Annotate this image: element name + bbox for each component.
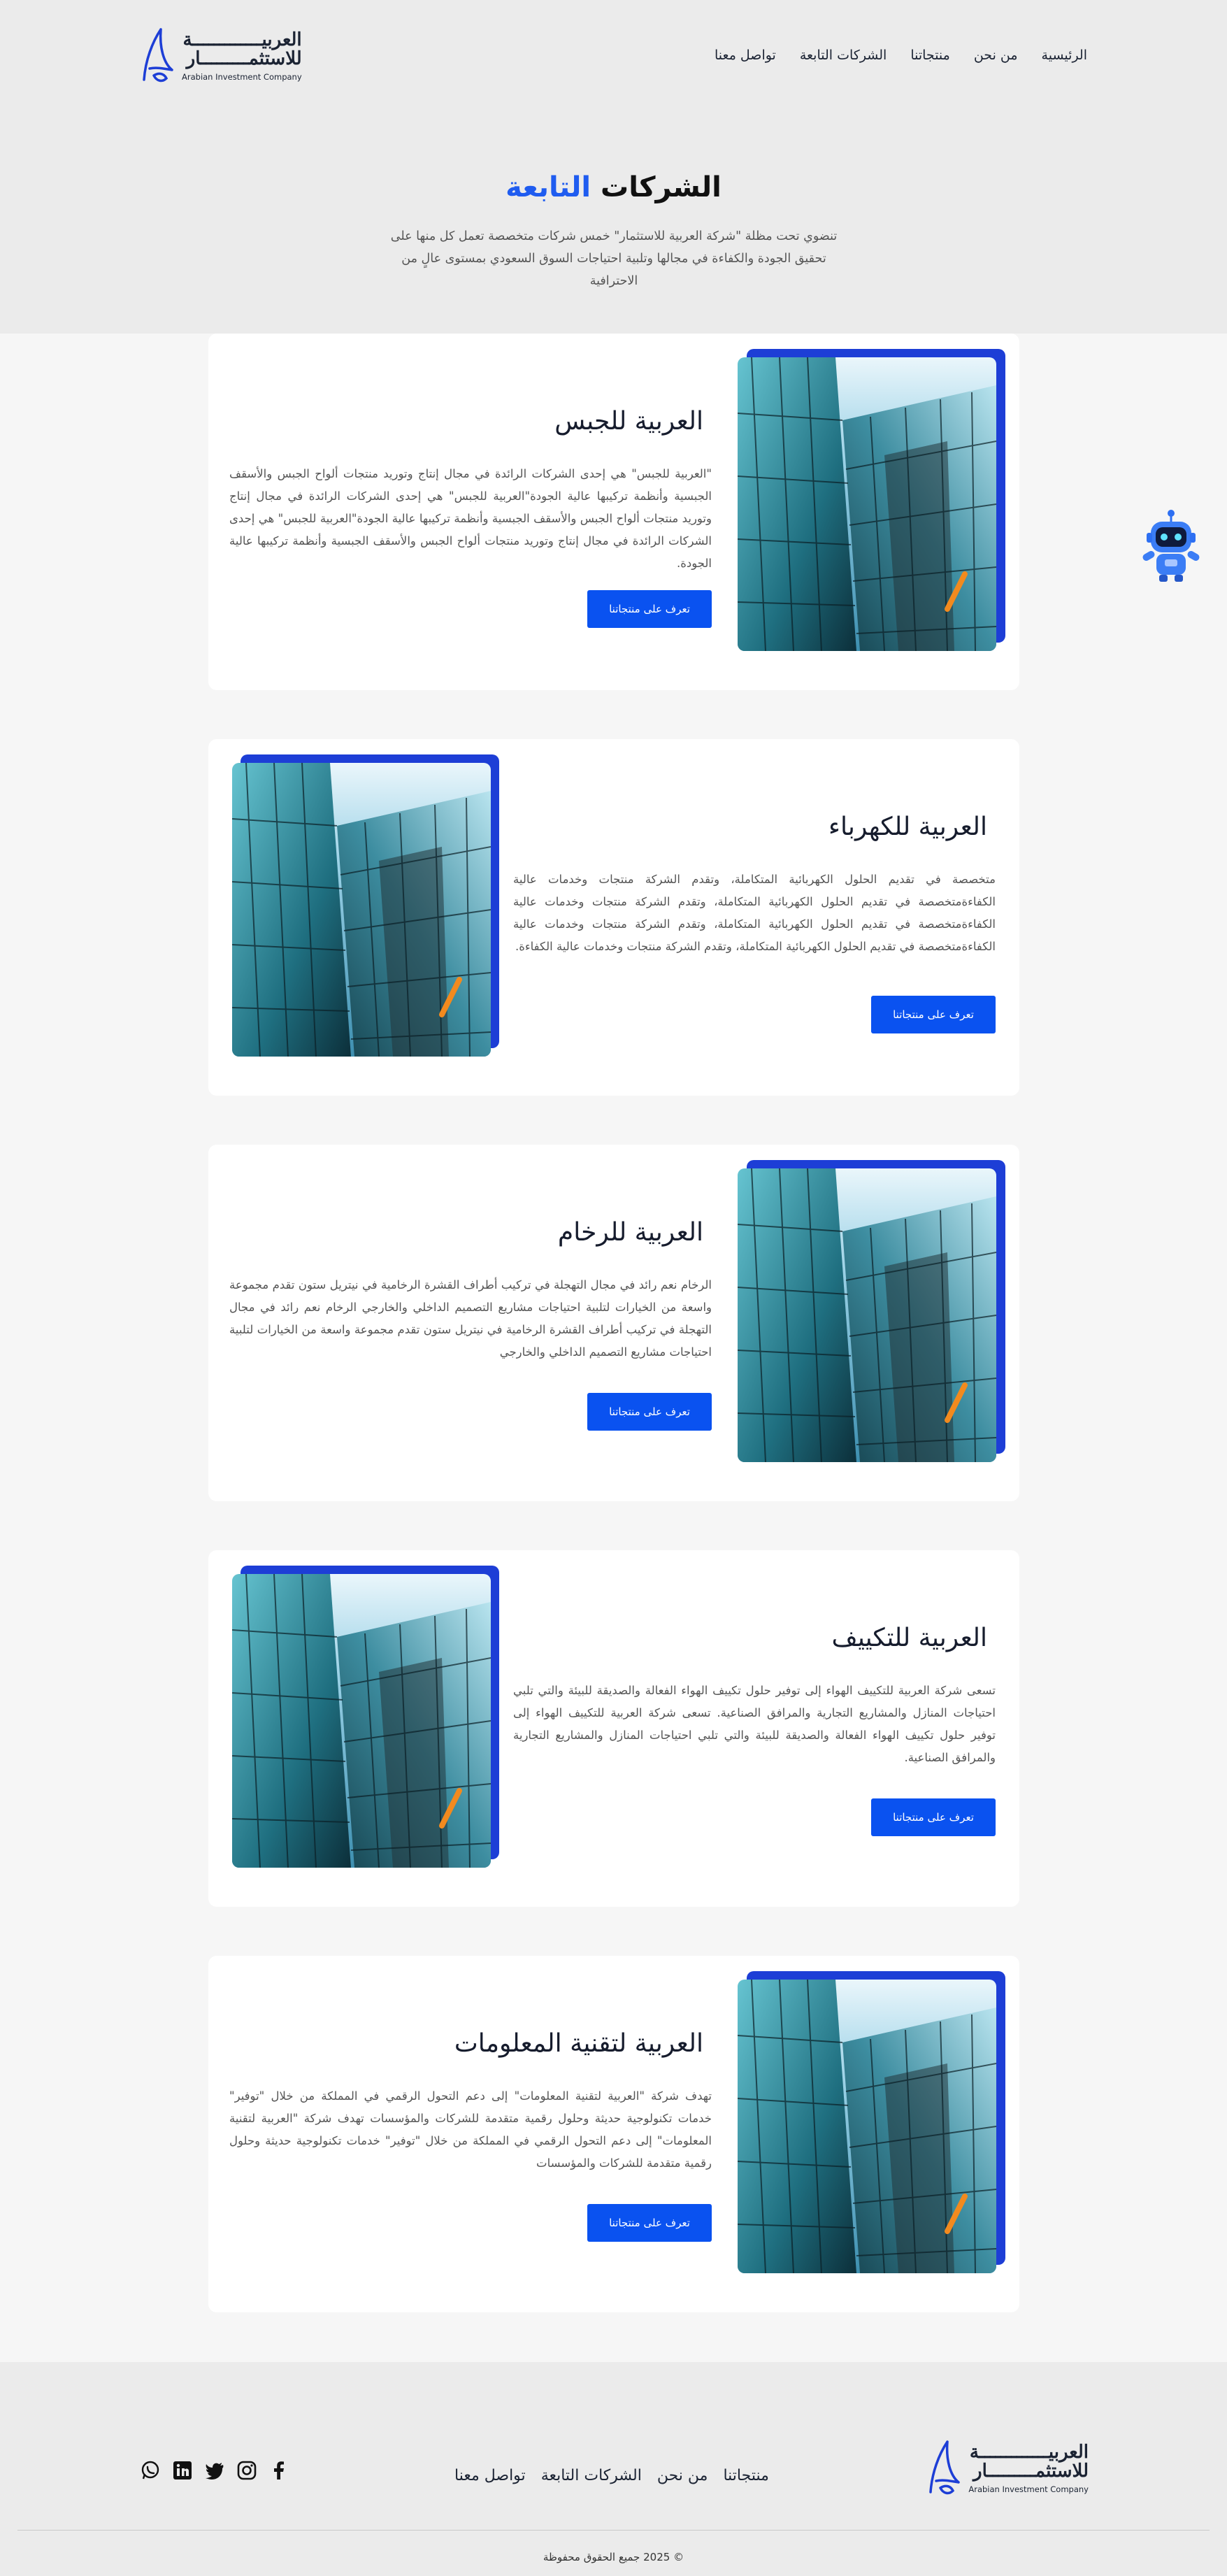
footer-nav-about[interactable]: من نحن — [657, 2467, 708, 2484]
footer-nav-contact[interactable]: تواصل معنا — [454, 2467, 526, 2484]
nav-subsidiaries[interactable]: الشركات التابعة — [800, 48, 887, 63]
company-description: تسعى شركة العربية للتكييف الهواء إلى توف… — [513, 1684, 996, 1764]
company-card-electric: العربية للكهرباء متخصصة في تقديم الحلول … — [208, 739, 1019, 1096]
nav-products[interactable]: منتجاتنا — [910, 48, 950, 63]
header-logo[interactable]: العربيـــــــــــــة للاستثمـــــــــار … — [140, 27, 302, 85]
company-title: العربية للتكييف — [831, 1624, 987, 1652]
logo-name-en: Arabian Investment Company — [182, 72, 302, 83]
logo-name-en: Arabian Investment Company — [968, 2484, 1089, 2495]
nav-about[interactable]: من نحن — [974, 48, 1018, 63]
products-button[interactable]: تعرف على منتجاتنا — [587, 590, 712, 628]
company-title: العربية للكهرباء — [828, 813, 987, 841]
linkedin-icon[interactable] — [172, 2460, 193, 2481]
products-button[interactable]: تعرف على منتجاتنا — [871, 996, 996, 1033]
footer-nav-subsidiaries[interactable]: الشركات التابعة — [541, 2467, 642, 2484]
logo-name-ar: العربيـــــــــــــة — [969, 2441, 1089, 2463]
company-description: تهدف شركة "العربية لتقنية المعلومات" إلى… — [229, 2089, 712, 2170]
company-title: العربية للجبس — [554, 407, 703, 436]
footer-nav: منتجاتنا من نحن الشركات التابعة تواصل مع… — [454, 2467, 769, 2484]
chatbot-launcher[interactable] — [1133, 508, 1210, 585]
nav-home[interactable]: الرئيسية — [1042, 48, 1087, 63]
instagram-icon[interactable] — [236, 2460, 257, 2481]
company-description: الرخام نعم رائد في مجال التهجلة في تركيب… — [229, 1278, 712, 1359]
company-image — [232, 1566, 500, 1868]
company-description: "العربية للجبس" هي إحدى الشركات الرائدة … — [229, 467, 712, 570]
logo-icon — [929, 2440, 961, 2495]
nav-contact[interactable]: تواصل معنا — [715, 48, 776, 63]
page-title: الشركات التابعة — [0, 171, 1227, 203]
footer-nav-products[interactable]: منتجاتنا — [723, 2467, 768, 2484]
whatsapp-icon[interactable] — [140, 2460, 161, 2481]
page-title-accent: التابعة — [505, 171, 591, 203]
company-image — [232, 754, 500, 1057]
logo-name-ar: العربيـــــــــــــة — [182, 29, 302, 50]
robot-icon — [1142, 510, 1200, 582]
company-card-marble: العربية للرخام الرخام نعم رائد في مجال ا… — [208, 1145, 1019, 1501]
products-button[interactable]: تعرف على منتجاتنا — [587, 1393, 712, 1431]
company-image — [738, 349, 1005, 651]
footer-logo[interactable]: العربيـــــــــــــة للاستثمـــــــــار … — [926, 2439, 1089, 2498]
site-footer: العربيـــــــــــــة للاستثمـــــــــار … — [0, 2362, 1227, 2576]
twitter-icon[interactable] — [204, 2460, 225, 2481]
company-card-ac: العربية للتكييف تسعى شركة العربية للتكيي… — [208, 1550, 1019, 1907]
products-button[interactable]: تعرف على منتجاتنا — [587, 2204, 712, 2242]
company-image — [738, 1971, 1005, 2273]
page-title-main: الشركات — [601, 171, 722, 203]
main-nav: الرئيسية من نحن منتجاتنا الشركات التابعة… — [715, 48, 1087, 63]
logo-name-ar-2: للاستثمـــــــــار — [973, 2460, 1089, 2482]
footer-divider — [17, 2530, 1210, 2531]
company-description: متخصصة في تقديم الحلول الكهربائية المتكا… — [513, 873, 996, 953]
company-title: العربية للرخام — [557, 1218, 703, 1247]
facebook-icon[interactable] — [268, 2460, 289, 2481]
company-image — [738, 1160, 1005, 1462]
logo-icon — [143, 28, 173, 83]
company-title: العربية لتقنية المعلومات — [454, 2029, 703, 2058]
hero-section: الرئيسية من نحن منتجاتنا الشركات التابعة… — [0, 0, 1227, 334]
copyright: © 2025 جميع الحقوق محفوظة — [543, 2551, 684, 2563]
company-card-gypsum: العربية للجبس "العربية للجبس" هي إحدى ال… — [208, 334, 1019, 690]
products-button[interactable]: تعرف على منتجاتنا — [871, 1798, 996, 1836]
logo-name-ar-2: للاستثمـــــــــار — [186, 48, 302, 69]
company-card-it: العربية لتقنية المعلومات تهدف شركة "العر… — [208, 1956, 1019, 2312]
social-links — [140, 2460, 289, 2481]
page-intro: تنضوي تحت مظلة "شركة العربية للاستثمار" … — [390, 229, 838, 288]
